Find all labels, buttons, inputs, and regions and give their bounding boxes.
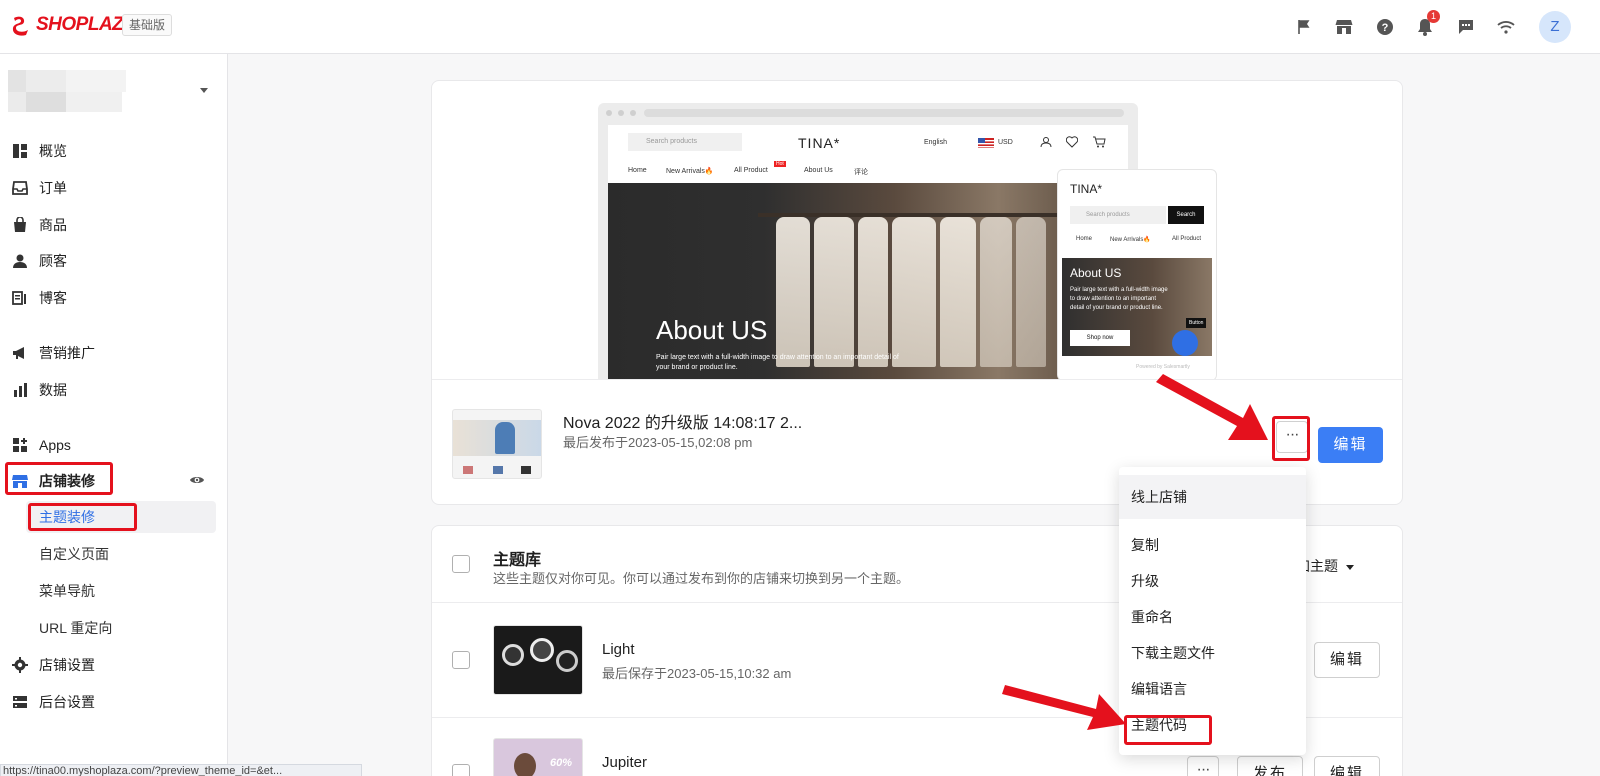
- annotation-arrows: [1002, 374, 1268, 730]
- arrow-to-theme-code: [1002, 685, 1126, 730]
- status-url-bar: https://tina00.myshoplaza.com/?preview_t…: [0, 764, 362, 776]
- arrow-to-more-button: [1156, 374, 1268, 440]
